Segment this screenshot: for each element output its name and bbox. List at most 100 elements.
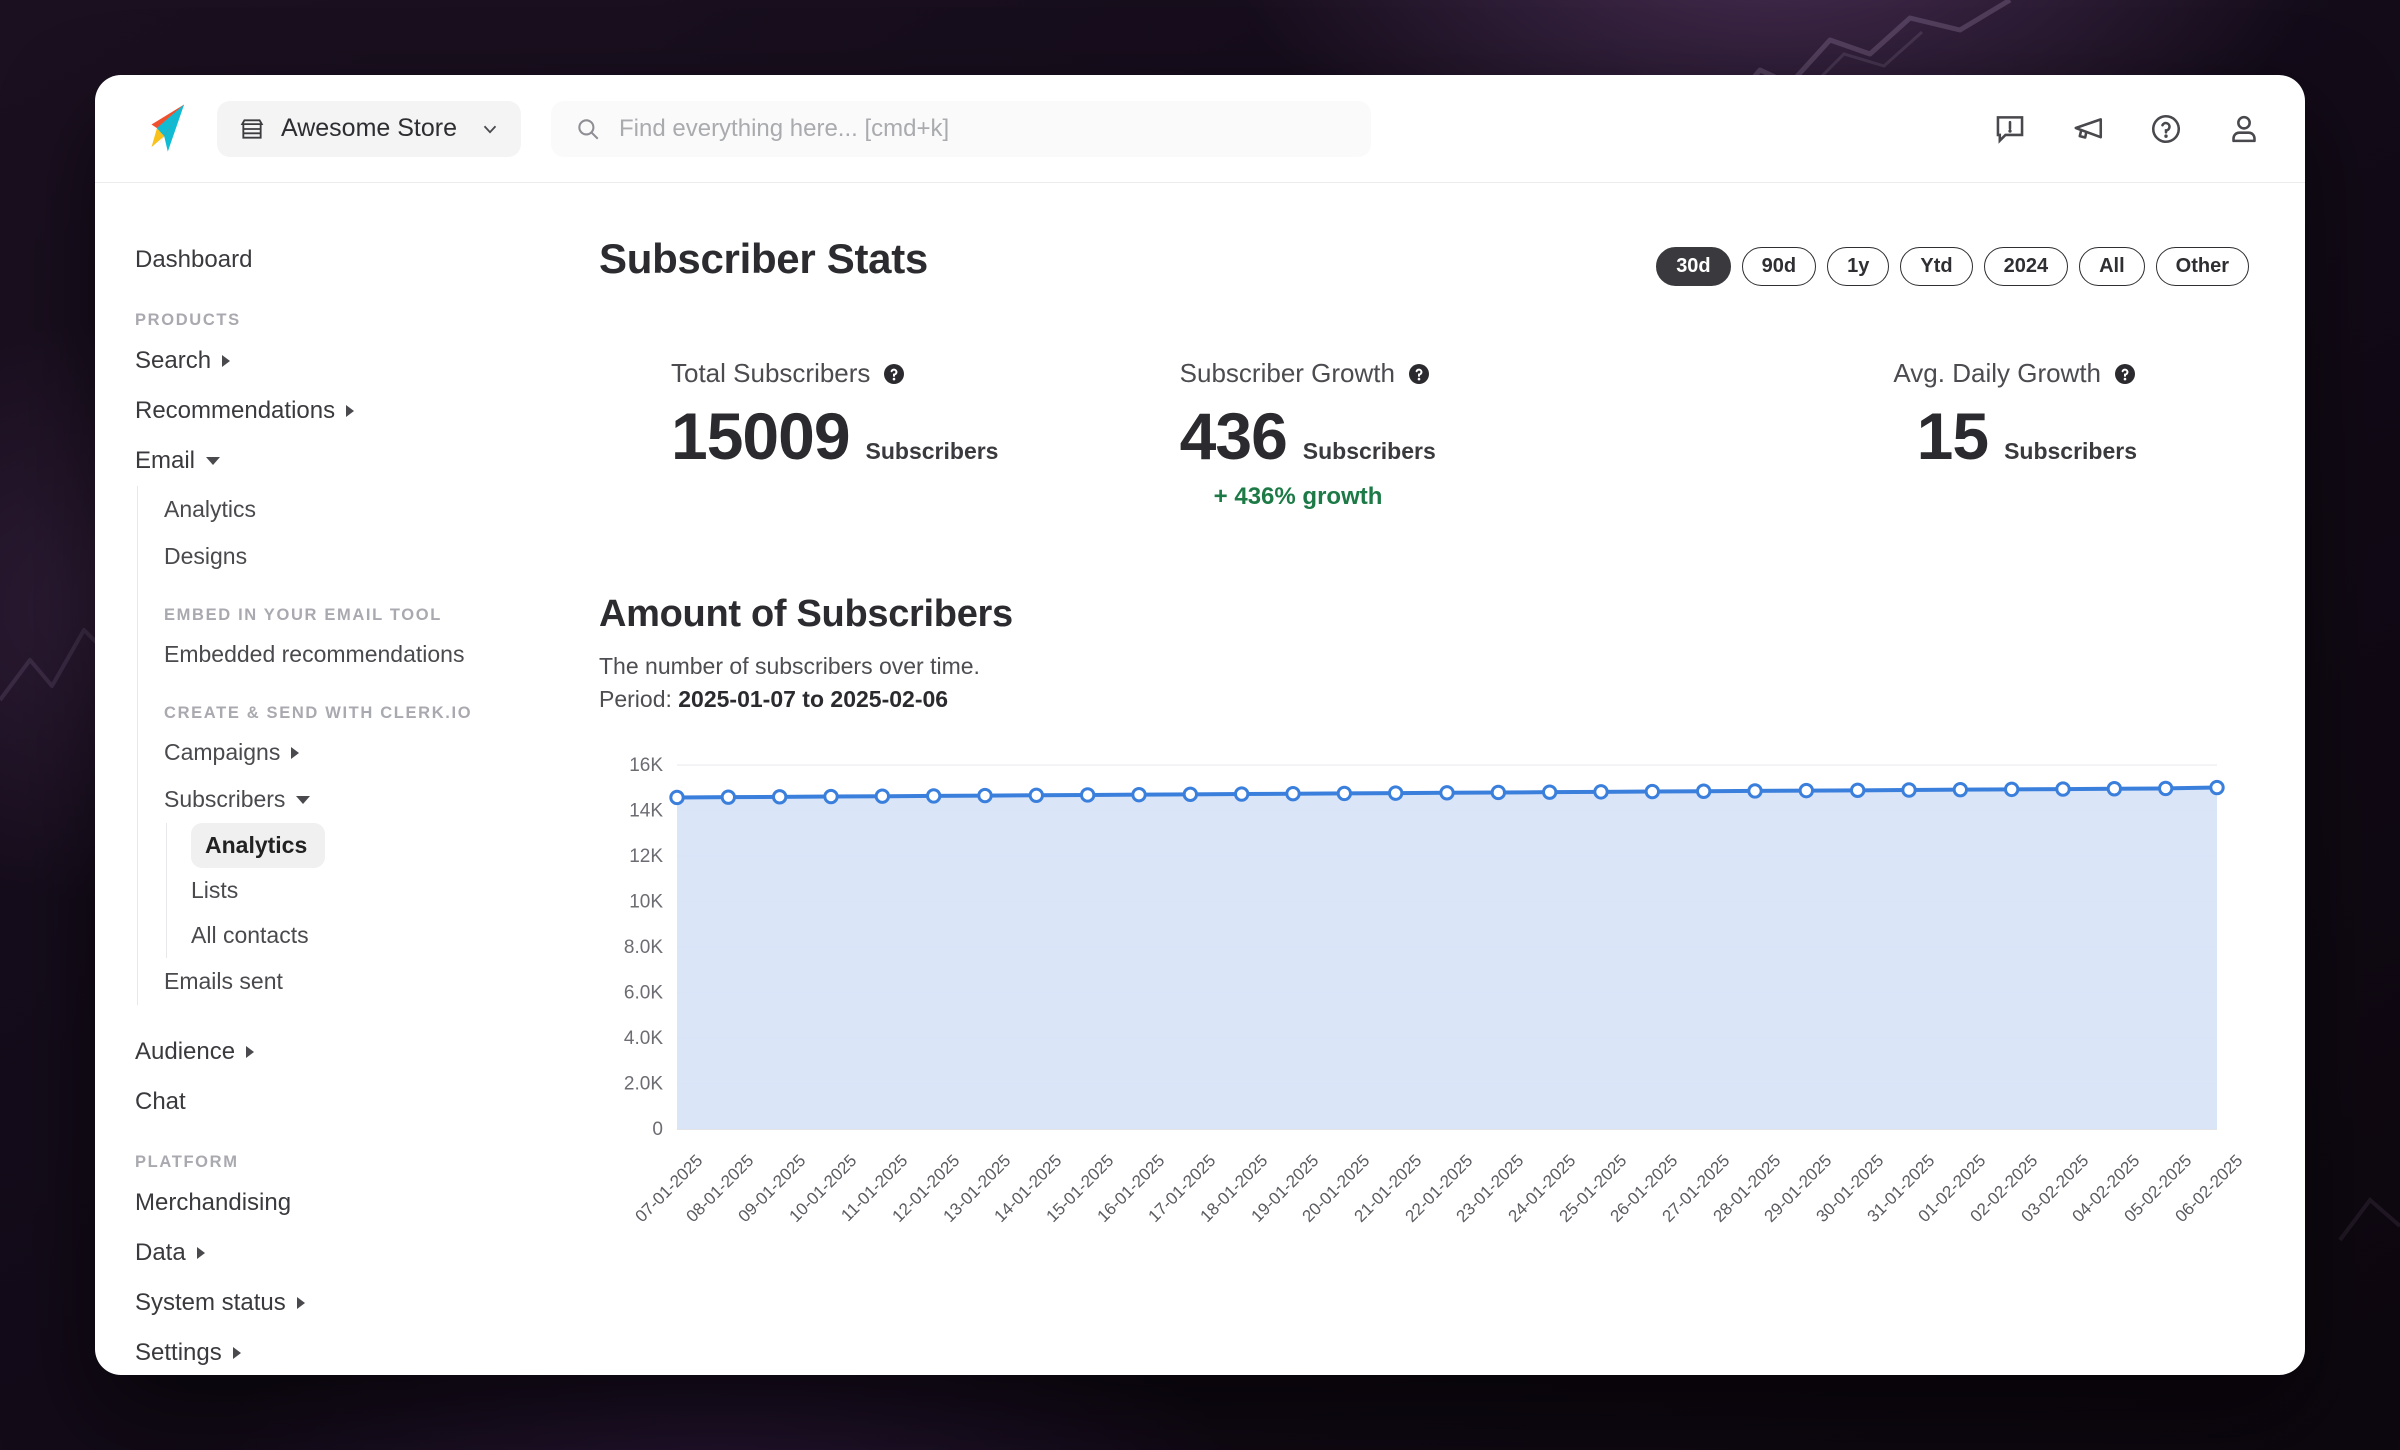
range-pill-1y[interactable]: 1y bbox=[1827, 247, 1890, 286]
y-axis-tick-label: 0 bbox=[652, 1119, 663, 1140]
announcement-icon[interactable] bbox=[2071, 112, 2105, 146]
sidebar-item-campaigns[interactable]: Campaigns bbox=[152, 729, 575, 776]
chart-data-point[interactable] bbox=[1747, 782, 1763, 799]
caret-right-icon bbox=[246, 1046, 255, 1058]
chart-svg: 0 2.0K 4.0K 6.0K 8.0K 10K 12K 14K 16K bbox=[624, 755, 2225, 1140]
chart-subtitle-line1: The number of subscribers over time. bbox=[599, 653, 980, 679]
chart-data-point[interactable] bbox=[874, 788, 891, 804]
app-window: Awesome Store Find everything here... [c… bbox=[95, 75, 2305, 1375]
y-axis-tick-label: 8.0K bbox=[624, 937, 663, 958]
chart-title: Amount of Subscribers bbox=[599, 593, 1013, 635]
chart-data-point[interactable] bbox=[1285, 785, 1301, 802]
chart-data-point[interactable] bbox=[2157, 780, 2174, 796]
y-axis-tick-label: 16K bbox=[629, 755, 663, 776]
chart-data-point[interactable] bbox=[1901, 781, 1917, 798]
sidebar-item-subscribers-lists[interactable]: Lists bbox=[177, 868, 575, 913]
y-axis-tick-label: 4.0K bbox=[624, 1028, 663, 1049]
chart-data-point[interactable] bbox=[823, 788, 839, 804]
sidebar-item-subscribers-analytics[interactable]: Analytics bbox=[191, 823, 326, 868]
clerk-logo[interactable] bbox=[137, 100, 195, 158]
sidebar-item-system-status[interactable]: System status bbox=[135, 1278, 575, 1328]
caret-right-icon bbox=[346, 405, 355, 417]
chart-data-point[interactable] bbox=[2003, 781, 2020, 797]
range-pill-all[interactable]: All bbox=[2079, 247, 2145, 286]
search-input[interactable]: Find everything here... [cmd+k] bbox=[551, 100, 1372, 157]
sidebar-item-label: Recommendations bbox=[135, 397, 336, 424]
subscribers-area-chart[interactable]: 0 2.0K 4.0K 6.0K 8.0K 10K 12K 14K 16K 07-01-2025… bbox=[599, 751, 2249, 1226]
chart-data-point[interactable] bbox=[1798, 782, 1815, 799]
kpi-label: Avg. Daily Growth bbox=[1893, 358, 2137, 389]
help-icon[interactable] bbox=[2113, 362, 2137, 386]
sidebar-item-label: Data bbox=[135, 1239, 186, 1266]
chart-data-point[interactable] bbox=[1182, 786, 1199, 802]
main-content: Subscriber Stats 30d 90d 1y Ytd 2024 All Other… bbox=[575, 183, 2305, 1375]
chart-subtitle: The number of subscribers over time. Per… bbox=[599, 650, 2249, 717]
chart-data-point[interactable] bbox=[1233, 786, 1250, 802]
sidebar-item-dashboard[interactable]: Dashboard bbox=[135, 235, 575, 285]
chart-data-point[interactable] bbox=[1849, 782, 1866, 798]
help-icon[interactable] bbox=[882, 362, 906, 386]
chart-data-point[interactable] bbox=[1490, 784, 1507, 800]
chart-data-point[interactable] bbox=[1644, 783, 1661, 799]
sidebar-item-audience[interactable]: Audience bbox=[135, 1027, 575, 1077]
range-pill-30d[interactable]: 30d bbox=[1656, 247, 1731, 286]
chart-data-point[interactable] bbox=[720, 789, 737, 805]
top-bar: Awesome Store Find everything here... [c… bbox=[95, 75, 2305, 183]
chart-data-point[interactable] bbox=[2209, 779, 2225, 795]
chart-data-point[interactable] bbox=[1695, 783, 1712, 799]
chart-data-point[interactable] bbox=[2106, 780, 2123, 797]
chart-data-point[interactable] bbox=[1131, 786, 1147, 803]
account-icon[interactable] bbox=[2227, 112, 2261, 146]
chart-data-point[interactable] bbox=[1593, 783, 1609, 800]
sidebar-item-subscribers[interactable]: Subscribers bbox=[152, 776, 575, 823]
chart-data-point[interactable] bbox=[1439, 784, 1455, 801]
chart-data-point[interactable] bbox=[2055, 781, 2071, 797]
sidebar-item-merchandising[interactable]: Merchandising bbox=[135, 1178, 575, 1228]
chart-data-point[interactable] bbox=[669, 789, 685, 805]
chart-data-point[interactable] bbox=[1541, 784, 1558, 800]
help-icon[interactable] bbox=[1407, 362, 1431, 386]
sidebar-item-recommendations[interactable]: Recommendations bbox=[135, 386, 575, 436]
chart-data-point[interactable] bbox=[1079, 786, 1096, 803]
chart-data-point[interactable] bbox=[1952, 781, 1969, 798]
sidebar-item-label: Email bbox=[135, 447, 196, 474]
kpi-value: 436 bbox=[1179, 399, 1288, 473]
range-pill-2024[interactable]: 2024 bbox=[1983, 247, 2069, 286]
window-body: Dashboard PRODUCTS Search Recommendation… bbox=[95, 183, 2305, 1375]
chart-block: Amount of Subscribers The number of subs… bbox=[599, 593, 2249, 1226]
store-selector[interactable]: Awesome Store bbox=[217, 100, 522, 157]
chart-period-value: 2025-01-07 to 2025-02-06 bbox=[678, 686, 949, 713]
sidebar-item-email-designs[interactable]: Designs bbox=[152, 533, 575, 580]
kpi-unit: Subscribers bbox=[1302, 438, 1436, 464]
sidebar-item-subscribers-all-contacts[interactable]: All contacts bbox=[177, 913, 575, 958]
kpi-label-text: Avg. Daily Growth bbox=[1893, 358, 2102, 388]
chart-data-point[interactable] bbox=[1336, 785, 1353, 801]
feedback-icon[interactable] bbox=[1993, 112, 2027, 146]
range-pill-other[interactable]: Other bbox=[2155, 247, 2249, 286]
range-pill-ytd[interactable]: Ytd bbox=[1900, 247, 1973, 286]
top-bar-icons bbox=[1993, 112, 2271, 146]
sidebar-item-embedded-recommendations[interactable]: Embedded recommendations bbox=[152, 631, 575, 678]
sidebar-item-settings[interactable]: Settings bbox=[135, 1328, 575, 1375]
help-icon[interactable] bbox=[2149, 112, 2183, 146]
sidebar-item-email[interactable]: Email bbox=[135, 436, 575, 486]
sidebar-item-emails-sent[interactable]: Emails sent bbox=[152, 958, 575, 1005]
sidebar-item-chat[interactable]: Chat bbox=[135, 1077, 575, 1127]
sidebar-item-label: Merchandising bbox=[135, 1189, 292, 1216]
chart-data-point[interactable] bbox=[1387, 785, 1404, 801]
sidebar-item-email-analytics[interactable]: Analytics bbox=[152, 486, 575, 533]
chart-data-point[interactable] bbox=[771, 788, 788, 805]
sidebar-item-data[interactable]: Data bbox=[135, 1228, 575, 1278]
y-axis-tick-label: 14K bbox=[629, 800, 663, 821]
chart-data-point[interactable] bbox=[925, 787, 942, 804]
chart-data-point[interactable] bbox=[1028, 787, 1045, 803]
kpi-value-row: 436 Subscribers bbox=[1180, 403, 1659, 469]
caret-right-icon bbox=[222, 355, 231, 367]
range-pill-90d[interactable]: 90d bbox=[1741, 247, 1817, 286]
sidebar-item-label: Settings bbox=[135, 1339, 222, 1366]
sidebar-item-label: Lists bbox=[191, 877, 239, 903]
chart-data-point[interactable] bbox=[977, 787, 993, 803]
sidebar-item-search[interactable]: Search bbox=[135, 336, 575, 386]
sidebar-item-label: Campaigns bbox=[164, 739, 281, 765]
kpi-label-text: Total Subscribers bbox=[671, 358, 871, 388]
